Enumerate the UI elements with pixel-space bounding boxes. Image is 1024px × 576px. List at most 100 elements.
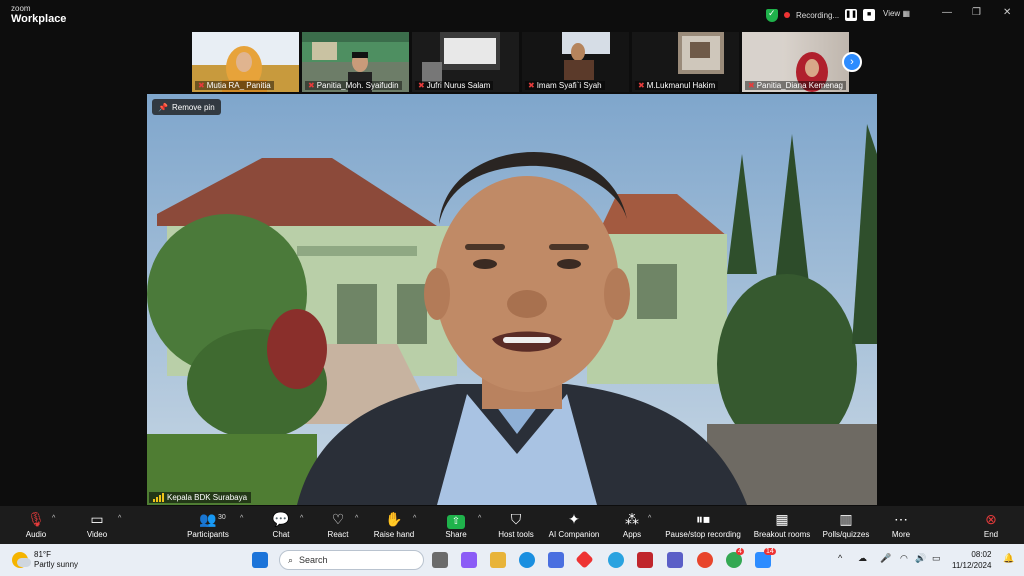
participant-tile[interactable]: ✖ Panitia_Diana Kemenag bbox=[742, 32, 849, 92]
search-placeholder: Search bbox=[299, 555, 328, 565]
maximize-button[interactable]: ❐ bbox=[972, 7, 981, 18]
windows-start-icon[interactable] bbox=[252, 552, 268, 568]
participants-icon: 👥 bbox=[199, 511, 217, 527]
speaker-name: Kepala BDK Surabaya bbox=[167, 493, 248, 502]
clock-date: 11/12/2024 bbox=[952, 561, 992, 570]
more-button[interactable]: ⋯ More bbox=[865, 510, 937, 539]
raise-hand-options-chevron-icon[interactable]: ^ bbox=[413, 515, 416, 522]
main-video: 📌 Remove pin Kepala BDK Surabaya bbox=[147, 94, 877, 505]
video-button[interactable]: ▭ Video bbox=[61, 510, 133, 539]
chrome-icon[interactable] bbox=[697, 552, 713, 568]
muted-mic-icon: ✖ bbox=[528, 81, 535, 90]
audio-label: Audio bbox=[25, 530, 47, 539]
host-tools-label: Host tools bbox=[498, 530, 534, 539]
pause-stop-icon: ⏸⏹ bbox=[696, 511, 710, 527]
clock-time: 08:02 bbox=[971, 550, 992, 559]
pause-recording-icon[interactable]: ❚❚ bbox=[845, 9, 858, 21]
onedrive-cloud-icon[interactable]: ☁ bbox=[858, 553, 867, 564]
zoom-logo: zoom Workplace bbox=[11, 5, 66, 25]
edge-browser-icon[interactable] bbox=[519, 552, 535, 568]
app-icon[interactable] bbox=[608, 552, 624, 568]
participant-name-tag: ✖ Imam Syafi`i Syah bbox=[525, 81, 605, 90]
chat-label: Chat bbox=[272, 530, 290, 539]
minimize-button[interactable]: — bbox=[942, 7, 952, 18]
speaker-video-frame bbox=[147, 94, 877, 505]
video-label: Video bbox=[86, 530, 108, 539]
breakout-rooms-icon: ▦ bbox=[775, 511, 789, 527]
breakout-rooms-button[interactable]: ▦ Breakout rooms bbox=[748, 510, 816, 539]
view-button[interactable]: View ▦ bbox=[883, 9, 910, 18]
meeting-toolbar: 🎙 Audio ^ ▭ Video ^ 👥 Participants 30 ^ … bbox=[0, 506, 1024, 544]
participant-name-tag: ✖ Panitia_Moh. Syaifudin bbox=[305, 81, 402, 90]
audio-options-chevron-icon[interactable]: ^ bbox=[52, 515, 55, 522]
participant-name-tag: ✖ M.Lukmanul Hakim bbox=[635, 81, 719, 90]
windows-taskbar: 81°F Partly sunny ⌕ Search 4 14 ^ ☁ 🎤 ◠ … bbox=[0, 544, 1024, 576]
weather-widget[interactable]: 81°F Partly sunny bbox=[12, 550, 78, 570]
participant-tile[interactable]: ✖ Jufri Nurus Salam bbox=[412, 32, 519, 92]
volume-icon[interactable]: 🔊 bbox=[915, 553, 926, 564]
weather-condition: Partly sunny bbox=[34, 560, 79, 569]
recording-dot-icon bbox=[784, 12, 790, 18]
muted-mic-icon: ✖ bbox=[198, 81, 205, 90]
zoom-notification-badge: 14 bbox=[764, 548, 776, 555]
partly-sunny-icon bbox=[12, 552, 31, 568]
notification-bell-icon[interactable]: 🔔 bbox=[1003, 553, 1014, 564]
more-dots-icon: ⋯ bbox=[894, 511, 908, 527]
pause-stop-recording-button[interactable]: ⏸⏹ Pause/stop recording bbox=[663, 510, 743, 539]
file-explorer-icon[interactable] bbox=[490, 552, 506, 568]
remove-pin-button[interactable]: 📌 Remove pin bbox=[152, 99, 221, 115]
next-page-arrow-icon[interactable]: › bbox=[842, 52, 862, 72]
apps-button[interactable]: ⁂ Apps bbox=[596, 510, 668, 539]
microphone-icon[interactable]: 🎤 bbox=[880, 553, 891, 564]
pin-icon: 📌 bbox=[158, 102, 168, 112]
participant-name-tag: ✖ Jufri Nurus Salam bbox=[415, 81, 494, 90]
apps-options-chevron-icon[interactable]: ^ bbox=[648, 515, 651, 522]
raise-hand-label: Raise hand bbox=[373, 530, 415, 539]
apps-icon: ⁂ bbox=[625, 511, 639, 527]
video-options-chevron-icon[interactable]: ^ bbox=[118, 515, 121, 522]
share-label: Share bbox=[445, 530, 467, 539]
copilot-icon[interactable] bbox=[461, 552, 477, 568]
muted-mic-icon: ✖ bbox=[418, 81, 425, 90]
show-hidden-icons-chevron-icon[interactable]: ^ bbox=[838, 553, 842, 563]
participant-tile[interactable]: ✖ Panitia_Moh. Syaifudin bbox=[302, 32, 409, 92]
mcafee-icon[interactable] bbox=[637, 552, 653, 568]
participant-tile[interactable]: ✖ Mutia RA_ Panitia bbox=[192, 32, 299, 92]
apps-label: Apps bbox=[622, 530, 642, 539]
teams-icon[interactable] bbox=[667, 552, 683, 568]
muted-mic-icon: ✖ bbox=[308, 81, 315, 90]
title-bar: zoom Workplace Recording... ❚❚ ■ View ▦ … bbox=[0, 0, 1024, 30]
participant-name: Jufri Nurus Salam bbox=[426, 81, 491, 90]
stop-recording-icon[interactable]: ■ bbox=[863, 9, 876, 21]
participant-tile[interactable]: ✖ M.Lukmanul Hakim bbox=[632, 32, 739, 92]
participants-button[interactable]: 👥 Participants bbox=[172, 510, 244, 539]
participant-name: Panitia_Diana Kemenag bbox=[756, 81, 843, 90]
participant-tile[interactable]: ✖ Imam Syafi`i Syah bbox=[522, 32, 629, 92]
participant-name: Imam Syafi`i Syah bbox=[536, 81, 602, 90]
end-button[interactable]: ⊗ End bbox=[955, 510, 1024, 539]
security-shield-icon[interactable] bbox=[766, 8, 778, 22]
temperature: 81°F bbox=[34, 550, 51, 559]
view-grid-icon: ▦ bbox=[902, 9, 910, 18]
task-view-icon[interactable] bbox=[432, 552, 448, 568]
participant-name-tag: ✖ Mutia RA_ Panitia bbox=[195, 81, 274, 90]
recording-label: Recording... bbox=[796, 10, 840, 20]
brand-zoom-text: zoom bbox=[11, 4, 31, 13]
polls-label: Polls/quizzes bbox=[822, 530, 870, 539]
close-button[interactable]: ✕ bbox=[1003, 7, 1011, 18]
system-clock[interactable]: 08:02 11/12/2024 bbox=[952, 549, 991, 571]
muted-mic-icon: ✖ bbox=[638, 81, 645, 90]
recording-indicator: Recording... ❚❚ ■ bbox=[766, 8, 876, 22]
zoom-window: zoom Workplace Recording... ❚❚ ■ View ▦ … bbox=[0, 0, 1024, 576]
remove-pin-label: Remove pin bbox=[171, 102, 215, 112]
participant-name: M.Lukmanul Hakim bbox=[646, 81, 716, 90]
participants-options-chevron-icon[interactable]: ^ bbox=[240, 515, 243, 522]
taskbar-search-box[interactable]: ⌕ Search bbox=[279, 550, 424, 570]
participants-count: 30 bbox=[218, 514, 226, 521]
wifi-icon[interactable]: ◠ bbox=[900, 553, 908, 564]
anydesk-icon[interactable] bbox=[575, 550, 594, 569]
battery-icon[interactable]: ▭ bbox=[932, 553, 941, 564]
more-label: More bbox=[891, 530, 911, 539]
microsoft-store-icon[interactable] bbox=[548, 552, 564, 568]
ai-companion-label: AI Companion bbox=[548, 530, 600, 539]
